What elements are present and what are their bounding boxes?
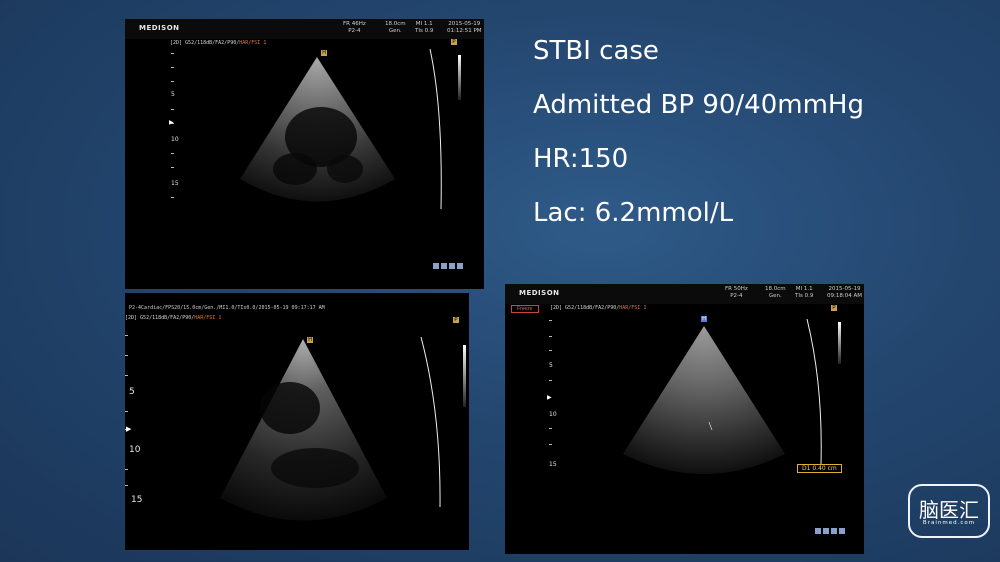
tick — [171, 81, 174, 82]
tick — [125, 355, 128, 356]
probe-marker-icon: H — [321, 50, 327, 56]
orientation-marker-icon: P — [453, 317, 459, 323]
export-icon — [457, 263, 463, 269]
image-icon — [831, 528, 837, 534]
lactate-text: Lac: 6.2mmol/L — [533, 198, 734, 228]
tick — [549, 444, 552, 445]
measurement-label: D1 0.40 cm — [797, 464, 842, 473]
tick — [549, 320, 552, 321]
depth-label-5: 5 — [171, 91, 175, 98]
brainmed-logo: 脑医汇 Brainmed.com — [908, 484, 990, 538]
focus-arrow-icon: ▶ — [126, 426, 132, 433]
ultrasound-image — [240, 48, 442, 210]
ultrasound-panel-1: MEDISON FR 46Hz P2-4 18.0cm Gen. MI 1.1 TIs… — [125, 19, 484, 289]
focus-arrow-icon: ▶ — [547, 395, 552, 401]
tick — [125, 485, 128, 486]
grayscale-bar — [838, 322, 841, 364]
tick — [549, 350, 552, 351]
tick — [549, 336, 552, 337]
depth-label-10: 10 — [171, 136, 179, 143]
focus-arrow-icon: ▶ — [169, 120, 174, 126]
tick — [171, 197, 174, 198]
probe-marker-icon: H — [701, 316, 707, 322]
ultrasound-panel-3: MEDISON FR 50Hz P2-4 18.0cm Gen. MI 1.1 TIs… — [505, 284, 864, 554]
hr-text: HR:150 — [533, 144, 629, 174]
tick — [125, 469, 128, 470]
depth-label-15: 15 — [549, 461, 557, 468]
orientation-marker-icon: P — [831, 305, 837, 311]
tick — [171, 53, 174, 54]
ultrasound-image — [623, 318, 822, 474]
tick — [171, 67, 174, 68]
bp-text: Admitted BP 90/40mmHg — [533, 90, 864, 120]
depth-label-10: 10 — [549, 411, 557, 418]
tick — [171, 153, 174, 154]
depth-label-5: 5 — [549, 362, 553, 369]
tick — [171, 109, 174, 110]
logo-subtext: Brainmed.com — [922, 520, 976, 526]
tick — [549, 428, 552, 429]
grayscale-bar — [463, 345, 466, 407]
print-icon — [433, 263, 439, 269]
depth-label-5: 5 — [129, 387, 135, 397]
save-icon — [441, 263, 447, 269]
probe-marker-icon: H — [307, 337, 313, 343]
tick — [125, 335, 128, 336]
grayscale-bar — [458, 55, 461, 100]
tick — [171, 167, 174, 168]
tick — [125, 411, 128, 412]
ultrasound-image — [220, 336, 441, 521]
depth-label-15: 15 — [171, 180, 179, 187]
orientation-marker-icon: P — [451, 39, 457, 45]
logo-text: 脑医汇 — [919, 498, 979, 522]
tick — [549, 380, 552, 381]
tick — [125, 375, 128, 376]
depth-label-15: 15 — [131, 495, 143, 505]
image-icon — [449, 263, 455, 269]
depth-label-10: 10 — [129, 445, 141, 455]
toolbar-icons — [815, 528, 845, 534]
ultrasound-panel-2: P2-4Cardiac/FPS20/15.0cm/Gen./MI1.0/TIs0… — [125, 293, 469, 550]
export-icon — [839, 528, 845, 534]
case-title: STBI case — [533, 36, 659, 66]
save-icon — [823, 528, 829, 534]
toolbar-icons — [433, 263, 463, 269]
print-icon — [815, 528, 821, 534]
